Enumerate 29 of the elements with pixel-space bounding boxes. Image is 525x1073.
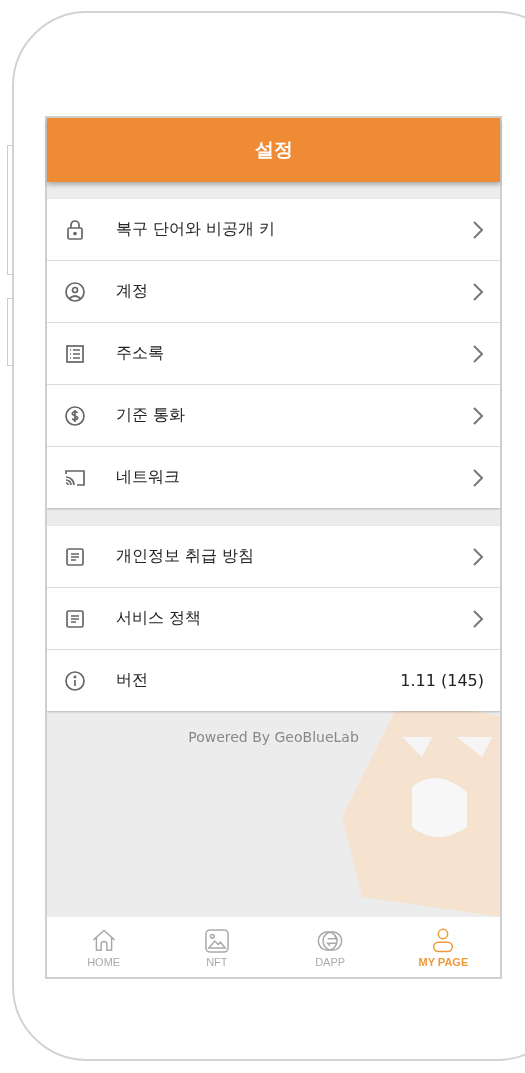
dollar-icon xyxy=(63,403,87,428)
row-label: 버전 xyxy=(116,670,149,691)
settings-row[interactable]: 서비스 정책 xyxy=(47,588,500,650)
settings-row[interactable]: 기준 통화 xyxy=(47,385,500,447)
row-label: 복구 단어와 비공개 키 xyxy=(116,219,277,240)
chevron-right-icon xyxy=(472,281,484,302)
chevron-right-icon xyxy=(472,546,484,567)
row-label: 계정 xyxy=(116,281,149,302)
row-label: 개인정보 취급 방침 xyxy=(116,546,256,567)
settings-row[interactable]: 네트워크 xyxy=(47,447,500,508)
image-icon xyxy=(202,926,231,955)
settings-row[interactable]: 복구 단어와 비공개 키 xyxy=(47,199,500,261)
row-label: 네트워크 xyxy=(116,467,181,488)
chevron-right-icon xyxy=(472,608,484,629)
info-icon xyxy=(63,668,87,693)
chevron-right-icon xyxy=(472,467,484,488)
settings-row[interactable]: 계정 xyxy=(47,261,500,323)
row-label: 서비스 정책 xyxy=(116,608,203,629)
screen-title: 설정 xyxy=(254,137,293,162)
chevron-right-icon xyxy=(472,405,484,426)
account-icon xyxy=(63,279,87,304)
row-label: 주소록 xyxy=(116,343,165,364)
settings-row[interactable]: 개인정보 취급 방침 xyxy=(47,526,500,588)
powered-by-text: Powered By GeoBlueLab xyxy=(187,729,360,745)
settings-row[interactable]: 주소록 xyxy=(47,323,500,385)
chevron-right-icon xyxy=(472,219,484,240)
row-label: 기준 통화 xyxy=(116,405,187,426)
version-value: 1.11 (145) xyxy=(400,671,484,690)
chevron-right-icon xyxy=(472,343,484,364)
